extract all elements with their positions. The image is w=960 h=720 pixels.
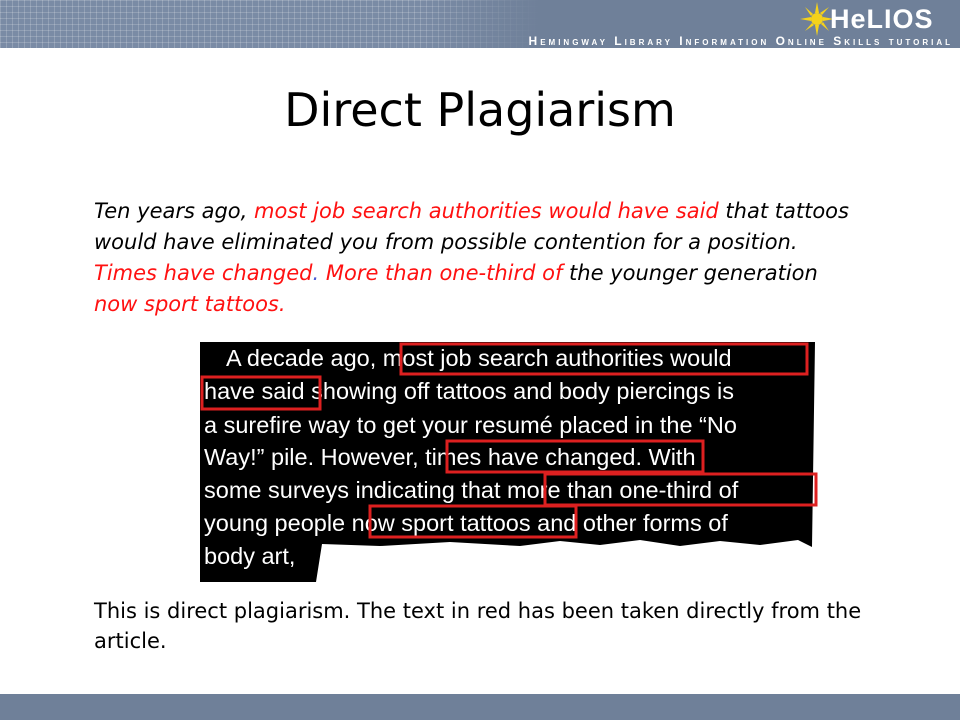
quote-segment: the younger generation bbox=[562, 261, 818, 285]
article-line: body art, bbox=[204, 543, 295, 569]
header-tagline: Hemingway Library Information Online Ski… bbox=[528, 34, 953, 48]
conclusion-text: This is direct plagiarism. The text in r… bbox=[94, 599, 862, 653]
paraphrased-quote: Ten years ago, most job search authoriti… bbox=[94, 196, 864, 320]
quote-segment-copied: now sport tattoos. bbox=[94, 292, 286, 316]
quote-segment-copied: most job search authorities would have s… bbox=[254, 199, 719, 223]
article-line: A decade ago, most job search authoritie… bbox=[226, 345, 732, 371]
slide-title: Direct Plagiarism bbox=[284, 83, 676, 137]
article-line: have said showing off tattoos and body p… bbox=[204, 378, 734, 404]
article-line: young people now sport tattoos and other… bbox=[204, 510, 728, 536]
quote-segment-copied: Times have changed bbox=[94, 261, 313, 285]
sun-logo-icon bbox=[800, 2, 834, 36]
article-line: Way!” pile. However, times have changed.… bbox=[204, 444, 696, 470]
article-excerpt-svg: A decade ago, most job search authoritie… bbox=[200, 342, 818, 582]
footer-band bbox=[0, 694, 960, 720]
article-line: a surefire way to get your resumé placed… bbox=[204, 412, 737, 438]
quote-segment: Ten years ago, bbox=[94, 199, 255, 223]
helios-logo-text: HeLIOS bbox=[830, 4, 934, 34]
article-excerpt-image: A decade ago, most job search authoritie… bbox=[200, 342, 820, 582]
article-line: some surveys indicating that more than o… bbox=[204, 477, 739, 503]
quote-segment-copied: More than one-third of bbox=[319, 261, 563, 285]
